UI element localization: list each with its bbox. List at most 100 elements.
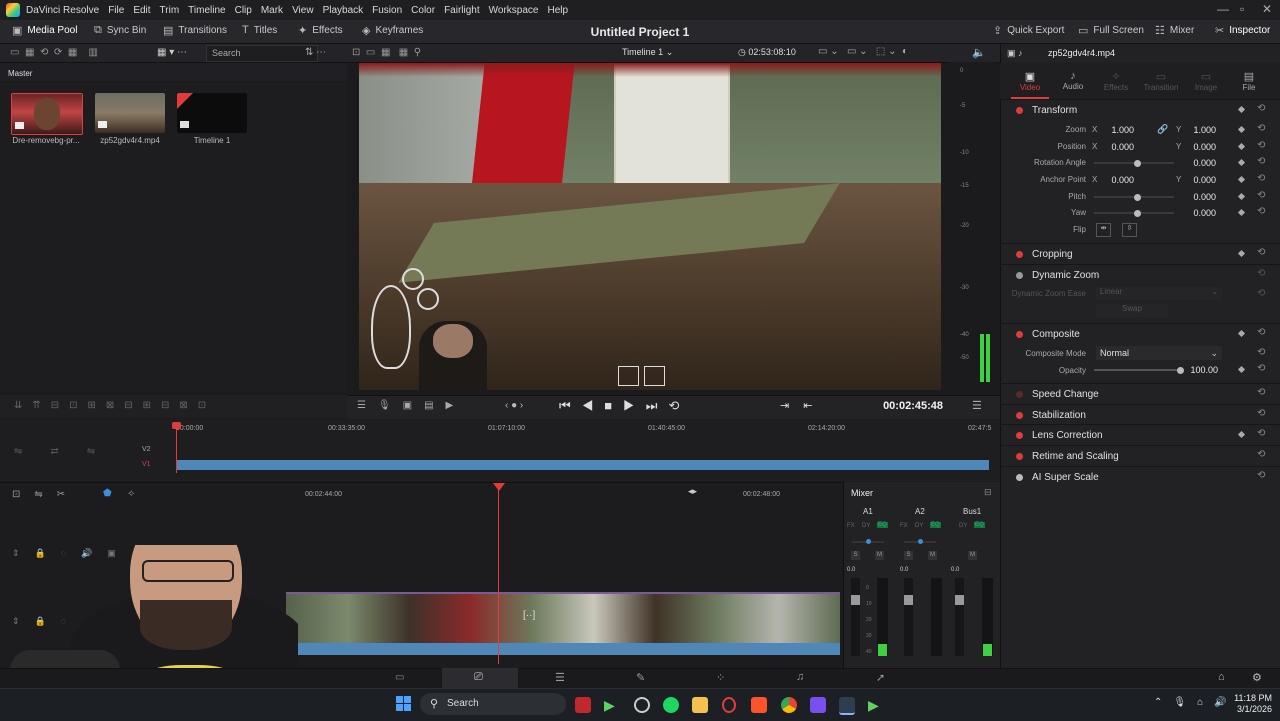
timeline-selector[interactable]: Timeline 1 ⌄ <box>622 47 673 58</box>
menu-clip[interactable]: Clip <box>235 5 252 16</box>
enable-dot-icon[interactable] <box>1016 473 1023 481</box>
windows-start-icon[interactable] <box>396 696 412 712</box>
menu-trim[interactable]: Trim <box>160 5 180 16</box>
tab-audio[interactable]: ♪ Audio <box>1054 70 1092 91</box>
a2-dy-button[interactable]: DY <box>915 523 923 529</box>
quick-export-button[interactable]: ⇪ Quick Export <box>993 24 1064 37</box>
playhead[interactable] <box>498 484 499 664</box>
fusion-page-icon[interactable]: ✎ <box>636 671 645 684</box>
enable-dot-icon[interactable] <box>1016 390 1023 398</box>
settings-gear-icon[interactable]: ⚙ <box>1252 671 1262 684</box>
slider-knob[interactable] <box>1134 160 1141 167</box>
mini-playhead[interactable] <box>176 423 177 473</box>
a2-fx-button[interactable]: FX <box>900 523 908 529</box>
clip-thumbnail-dre[interactable] <box>11 93 83 135</box>
reset-icon[interactable]: ⟲ <box>1257 140 1265 151</box>
playback-controls[interactable]: ⏮◀■▶⏭⟲ <box>559 398 690 414</box>
keyframes-button[interactable]: ◈ Keyframes <box>362 24 423 37</box>
slider-knob[interactable] <box>1134 210 1141 217</box>
reset-icon[interactable]: ⟲ <box>1257 156 1265 167</box>
reset-icon[interactable]: ⟲ <box>1257 173 1265 184</box>
a1-eq-button[interactable]: EQ <box>877 522 888 528</box>
inspector-button[interactable]: ✂ Inspector <box>1215 24 1270 37</box>
a2-eq-button[interactable]: EQ <box>930 522 941 528</box>
tab-effects[interactable]: ✧ Effects <box>1097 70 1135 92</box>
anchor-x-field[interactable]: 0.000 <box>1100 175 1134 185</box>
reset-icon[interactable]: ⟲ <box>1257 288 1265 299</box>
bus1-eq-button[interactable]: EQ <box>974 522 985 528</box>
chrome-icon[interactable] <box>781 697 797 713</box>
close-icon[interactable]: ✕ <box>1262 2 1272 16</box>
bus1-fader-track[interactable] <box>955 578 964 656</box>
brave-icon[interactable] <box>751 697 767 713</box>
reset-icon[interactable]: ⟲ <box>1257 103 1265 114</box>
bus1-dy-button[interactable]: DY <box>959 523 967 529</box>
reset-icon[interactable]: ⟲ <box>1257 268 1265 279</box>
stabilization-section-header[interactable]: Stabilization <box>1000 404 1280 425</box>
reset-icon[interactable]: ⟲ <box>1257 428 1265 439</box>
a2-pan[interactable] <box>904 539 936 544</box>
reset-icon[interactable]: ⟲ <box>1257 123 1265 134</box>
reset-icon[interactable]: ⟲ <box>1257 247 1265 258</box>
flip-horizontal-icon[interactable]: ⇹ <box>1096 223 1111 237</box>
a1-mute-button[interactable]: M <box>875 551 884 560</box>
zoom-x-field[interactable]: 1.000 <box>1100 125 1134 135</box>
clip-thumbnail-zp52[interactable] <box>95 93 165 133</box>
tab-video[interactable]: ▣ Video <box>1011 70 1049 92</box>
effects-button[interactable]: ✦ Effects <box>298 24 343 37</box>
anchor-y-field[interactable]: 0.000 <box>1182 175 1216 185</box>
bus1-mute-button[interactable]: M <box>968 551 977 560</box>
menu-view[interactable]: View <box>292 5 314 16</box>
zoom-y-field[interactable]: 1.000 <box>1182 125 1216 135</box>
deliver-page-icon[interactable]: ➚ <box>876 671 885 684</box>
full-screen-button[interactable]: ▭ Full Screen <box>1078 24 1144 37</box>
zoom-handle-icon[interactable]: ◂▸ <box>688 486 697 497</box>
viewer-canvas[interactable] <box>359 63 941 390</box>
home-icon[interactable]: ⌂ <box>1218 671 1225 683</box>
a1-fader-track[interactable] <box>851 578 860 656</box>
enable-dot-icon[interactable] <box>1016 106 1023 114</box>
flip-vertical-icon[interactable]: ⇳ <box>1122 223 1137 237</box>
enable-dot-icon[interactable] <box>1016 250 1023 258</box>
reset-icon[interactable]: ⟲ <box>1257 206 1265 217</box>
edit-page-icon[interactable]: ☰ <box>555 671 565 684</box>
menu-fusion[interactable]: Fusion <box>372 5 402 16</box>
a1-pan[interactable] <box>852 539 884 544</box>
a1-fx-button[interactable]: FX <box>847 523 855 529</box>
slider-knob[interactable] <box>1177 367 1184 374</box>
file-explorer-icon[interactable] <box>692 697 708 713</box>
transitions-button[interactable]: ▤ Transitions <box>163 24 227 37</box>
opera-icon[interactable] <box>722 697 736 713</box>
titles-button[interactable]: T Titles <box>242 24 277 36</box>
a2-solo-button[interactable]: S <box>904 551 913 560</box>
search-input[interactable]: Search <box>206 45 318 62</box>
reset-icon[interactable]: ⟲ <box>1257 408 1265 419</box>
retime-scaling-section-header[interactable]: Retime and Scaling <box>1000 445 1280 466</box>
tab-file[interactable]: ▤ File <box>1230 70 1268 92</box>
more-options-icon[interactable]: ☰ <box>972 399 982 412</box>
reset-icon[interactable]: ⟲ <box>1257 190 1265 201</box>
pitch-slider[interactable] <box>1094 194 1174 201</box>
app-icon-1[interactable] <box>575 697 591 713</box>
grid-view-icon[interactable]: ▦ ▾ ⋯ <box>157 47 187 58</box>
rotation-slider[interactable] <box>1094 160 1174 167</box>
menu-workspace[interactable]: Workspace <box>489 5 539 16</box>
reset-icon[interactable]: ⟲ <box>1257 327 1265 338</box>
a1-dy-button[interactable]: DY <box>862 523 870 529</box>
a1-solo-button[interactable]: S <box>851 551 860 560</box>
media-pool-button[interactable]: ▣ Media Pool <box>12 24 77 37</box>
davinci-taskbar-icon[interactable] <box>839 697 855 715</box>
swap-button[interactable]: Swap <box>1096 304 1168 317</box>
v1-clip-bar[interactable] <box>176 460 989 470</box>
master-bin-label[interactable]: Master <box>8 69 32 78</box>
composite-mode-select[interactable]: Normal ⌄ <box>1096 346 1222 360</box>
system-tray-icons[interactable]: ⌃🎙⌂🔊 <box>1154 697 1238 708</box>
tab-image[interactable]: ▭ Image <box>1187 70 1225 92</box>
taskbar-search-box[interactable]: ⚲ Search <box>420 693 566 715</box>
edit-tool-icons[interactable]: ⇊⇈⊟⊡⊞⊠⊟⊞⊟⊠⊡ <box>14 400 216 411</box>
app-grid-icon[interactable] <box>810 697 826 713</box>
reset-icon[interactable]: ⟲ <box>1257 347 1265 358</box>
clock[interactable]: 11:18 PM 3/1/2026 <box>1228 693 1272 715</box>
enable-dot-icon[interactable] <box>1016 452 1023 460</box>
menu-file[interactable]: File <box>108 5 124 16</box>
